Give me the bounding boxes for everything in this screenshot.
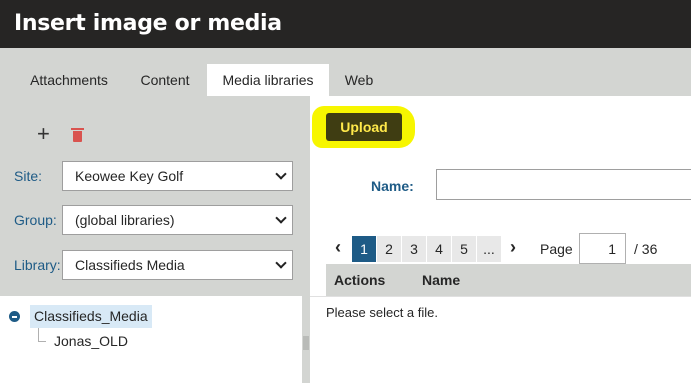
splitter-grip[interactable]: [303, 336, 309, 350]
tree-node-child[interactable]: Jonas_OLD: [54, 333, 128, 349]
site-select-value: Keowee Key Golf: [75, 168, 184, 184]
page-ellipsis[interactable]: ...: [477, 236, 501, 262]
divider: [310, 296, 691, 297]
group-label: Group:: [14, 212, 57, 228]
tab-attachments[interactable]: Attachments: [14, 64, 124, 96]
tab-media-libraries[interactable]: Media libraries: [207, 64, 329, 96]
group-select[interactable]: (global libraries): [62, 205, 293, 235]
group-select-value: (global libraries): [75, 212, 175, 228]
name-label: Name:: [371, 178, 414, 194]
page-4[interactable]: 4: [427, 236, 451, 262]
page-3[interactable]: 3: [402, 236, 426, 262]
grid-header-name[interactable]: Name: [422, 272, 460, 288]
title-bar: Insert image or media: [0, 0, 691, 48]
delete-icon-can: [73, 131, 82, 142]
library-sidebar: + Site: Keowee Key Golf Group: (global l…: [0, 96, 310, 296]
site-label: Site:: [14, 168, 43, 184]
page-number-input[interactable]: 1: [579, 233, 626, 264]
dialog-title: Insert image or media: [14, 11, 282, 36]
page-2[interactable]: 2: [377, 236, 401, 262]
library-select-value: Classifieds Media: [75, 257, 185, 273]
page-label: Page: [540, 241, 573, 257]
panel-splitter[interactable]: [302, 296, 310, 383]
next-page-icon[interactable]: ›: [501, 236, 525, 262]
library-select[interactable]: Classifieds Media: [62, 250, 293, 280]
tree-node-root[interactable]: Classifieds_Media: [30, 305, 152, 328]
delete-icon-lid: [71, 128, 84, 130]
chevron-down-icon: [275, 212, 287, 224]
tab-content[interactable]: Content: [124, 64, 206, 96]
upload-button[interactable]: Upload: [326, 113, 402, 141]
add-icon[interactable]: +: [37, 123, 50, 145]
empty-selection-message: Please select a file.: [326, 305, 439, 320]
delete-icon[interactable]: [71, 128, 84, 142]
chevron-down-icon: [275, 168, 287, 180]
prev-page-icon[interactable]: ‹: [326, 236, 350, 262]
name-input[interactable]: [436, 169, 691, 200]
page-total: / 36: [634, 241, 658, 257]
grid-header-actions: Actions: [334, 272, 386, 288]
media-panel: Upload Name: ‹ 1 2 3 4 5 ... › Page 1 / …: [310, 96, 691, 296]
tab-bar: Attachments Content Media libraries Web: [0, 48, 691, 96]
tree-connector: [38, 341, 46, 342]
tree-connector: [38, 328, 39, 341]
grid-header: Actions Name: [326, 264, 691, 296]
page-1[interactable]: 1: [352, 236, 376, 262]
collapse-icon[interactable]: [9, 311, 20, 322]
site-select[interactable]: Keowee Key Golf: [62, 161, 293, 191]
folder-tree: Classifieds_Media Jonas_OLD: [0, 296, 302, 383]
file-properties-panel: Please select a file.: [310, 296, 691, 383]
library-label: Library:: [14, 257, 61, 273]
page-5[interactable]: 5: [452, 236, 476, 262]
chevron-down-icon: [275, 257, 287, 269]
tab-web[interactable]: Web: [329, 64, 389, 96]
